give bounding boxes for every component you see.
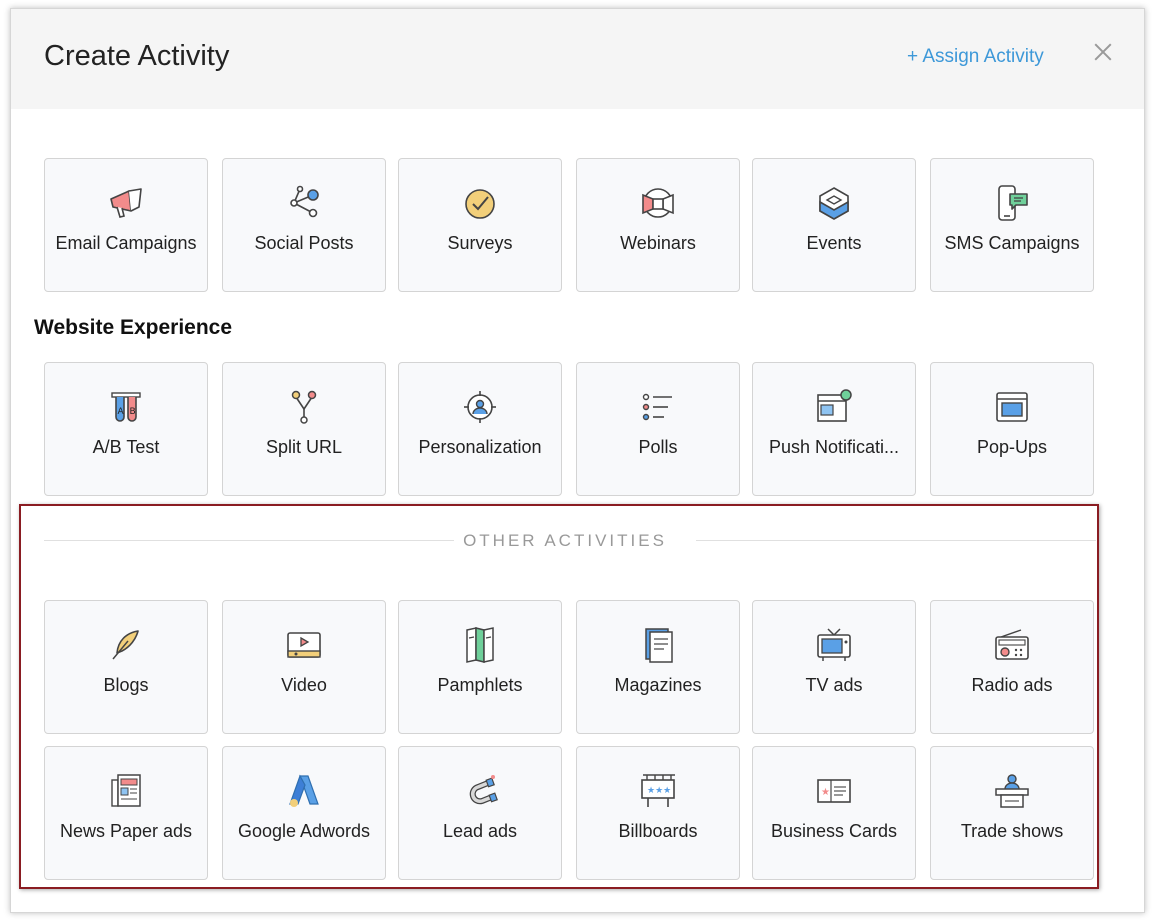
notification-window-icon bbox=[814, 387, 854, 427]
divider-left bbox=[44, 540, 454, 541]
card-tv-ads[interactable]: TV ads bbox=[752, 600, 916, 734]
card-label: Video bbox=[281, 675, 327, 695]
card-sms-campaigns[interactable]: SMS Campaigns bbox=[930, 158, 1094, 292]
divider-right bbox=[696, 540, 1096, 541]
card-google-adwords[interactable]: Google Adwords bbox=[222, 746, 386, 880]
card-pamphlets[interactable]: Pamphlets bbox=[398, 600, 562, 734]
business-card-icon: ★ bbox=[814, 771, 854, 811]
card-news-paper-ads[interactable]: News Paper ads bbox=[44, 746, 208, 880]
card-label: Business Cards bbox=[770, 821, 898, 841]
webinar-icon bbox=[638, 183, 678, 223]
card-label: Surveys bbox=[447, 233, 513, 253]
magazine-icon bbox=[638, 625, 678, 665]
card-label: Trade shows bbox=[960, 821, 1064, 841]
card-label: Personalization bbox=[418, 437, 542, 457]
podium-icon bbox=[992, 771, 1032, 811]
card-surveys[interactable]: Surveys bbox=[398, 158, 562, 292]
card-label: Polls bbox=[638, 437, 678, 457]
radio-icon bbox=[992, 625, 1032, 665]
dialog-title: Create Activity bbox=[44, 40, 230, 72]
svg-text:B: B bbox=[130, 407, 136, 417]
card-events[interactable]: Events bbox=[752, 158, 916, 292]
card-ab-test[interactable]: AB A/B Test bbox=[44, 362, 208, 496]
card-label: Split URL bbox=[265, 437, 343, 457]
card-label: Pamphlets bbox=[437, 675, 523, 695]
popup-window-icon bbox=[992, 387, 1032, 427]
check-circle-icon bbox=[460, 183, 500, 223]
card-push-notifications[interactable]: Push Notificati... bbox=[752, 362, 916, 496]
card-radio-ads[interactable]: Radio ads bbox=[930, 600, 1094, 734]
billboard-icon: ★★★ bbox=[638, 771, 678, 811]
website-experience-heading: Website Experience bbox=[34, 316, 233, 339]
magnet-icon bbox=[460, 771, 500, 811]
card-label: Events bbox=[806, 233, 862, 253]
card-label: Lead ads bbox=[442, 821, 518, 841]
card-lead-ads[interactable]: Lead ads bbox=[398, 746, 562, 880]
adwords-icon bbox=[284, 771, 324, 811]
svg-text:A: A bbox=[118, 407, 125, 417]
cube-icon bbox=[814, 183, 854, 223]
card-label: Radio ads bbox=[971, 675, 1053, 695]
card-label: Billboards bbox=[618, 821, 698, 841]
list-icon bbox=[638, 387, 678, 427]
card-label: Google Adwords bbox=[237, 821, 371, 841]
tv-icon bbox=[814, 625, 854, 665]
card-video[interactable]: Video bbox=[222, 600, 386, 734]
assign-activity-link[interactable]: + Assign Activity bbox=[907, 46, 1044, 68]
card-personalization[interactable]: Personalization bbox=[398, 362, 562, 496]
test-tubes-icon: AB bbox=[106, 387, 146, 427]
card-magazines[interactable]: Magazines bbox=[576, 600, 740, 734]
svg-text:★★★: ★★★ bbox=[647, 786, 671, 796]
card-split-url[interactable]: Split URL bbox=[222, 362, 386, 496]
quill-icon bbox=[106, 625, 146, 665]
card-pop-ups[interactable]: Pop-Ups bbox=[930, 362, 1094, 496]
newspaper-icon bbox=[106, 771, 146, 811]
card-billboards[interactable]: ★★★ Billboards bbox=[576, 746, 740, 880]
card-label: Social Posts bbox=[254, 233, 354, 253]
svg-text:★: ★ bbox=[821, 787, 830, 798]
card-business-cards[interactable]: ★ Business Cards bbox=[752, 746, 916, 880]
other-activities-heading: OTHER ACTIVITIES bbox=[463, 531, 667, 550]
split-icon bbox=[284, 387, 324, 427]
pamphlet-icon bbox=[460, 625, 500, 665]
card-label: Webinars bbox=[620, 233, 696, 253]
card-label: News Paper ads bbox=[59, 821, 193, 841]
card-social-posts[interactable]: Social Posts bbox=[222, 158, 386, 292]
card-label: Pop-Ups bbox=[976, 437, 1048, 457]
card-trade-shows[interactable]: Trade shows bbox=[930, 746, 1094, 880]
close-icon[interactable] bbox=[1092, 41, 1114, 63]
card-label: SMS Campaigns bbox=[944, 233, 1080, 253]
card-label: A/B Test bbox=[92, 437, 160, 457]
dialog-header: Create Activity + Assign Activity bbox=[11, 9, 1144, 109]
phone-chat-icon bbox=[992, 183, 1032, 223]
megaphone-icon bbox=[106, 183, 146, 223]
card-label: Blogs bbox=[103, 675, 149, 695]
card-email-campaigns[interactable]: Email Campaigns bbox=[44, 158, 208, 292]
target-user-icon bbox=[460, 387, 500, 427]
video-player-icon bbox=[284, 625, 324, 665]
share-icon bbox=[284, 183, 324, 223]
card-polls[interactable]: Polls bbox=[576, 362, 740, 496]
card-label: Magazines bbox=[614, 675, 702, 695]
card-webinars[interactable]: Webinars bbox=[576, 158, 740, 292]
card-label: Push Notificati... bbox=[768, 437, 900, 457]
card-label: Email Campaigns bbox=[55, 233, 197, 253]
card-blogs[interactable]: Blogs bbox=[44, 600, 208, 734]
card-label: TV ads bbox=[805, 675, 863, 695]
